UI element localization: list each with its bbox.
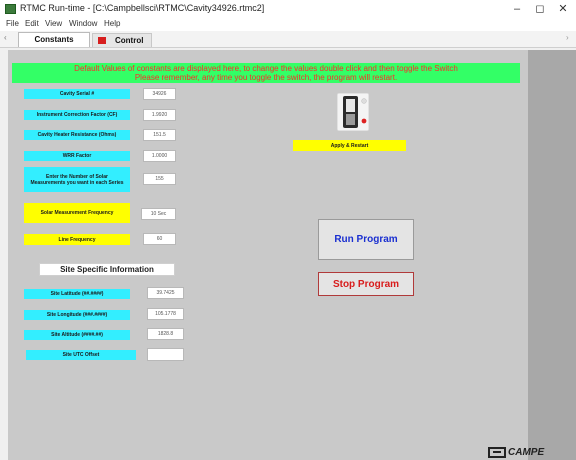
tab-control[interactable]: Control — [92, 33, 152, 47]
logo-text: CAMPE — [508, 447, 545, 458]
correction-factor-value[interactable]: 1.9920 — [143, 109, 176, 121]
cavity-serial-label: Cavity Serial # — [24, 89, 130, 99]
canvas-margin — [528, 50, 576, 460]
flag-icon — [98, 37, 106, 44]
measurement-frequency-value[interactable]: 10 Sec — [141, 208, 176, 220]
site-section-header: Site Specific Information — [39, 263, 175, 276]
instruction-banner: Default Values of constants are displaye… — [12, 63, 520, 83]
tab-scroll-left-icon[interactable]: ‹ — [4, 33, 7, 42]
menu-help[interactable]: Help — [104, 19, 120, 28]
wrr-factor-value[interactable]: 1.0000 — [143, 150, 176, 162]
maximize-button[interactable]: ◻ — [531, 2, 549, 16]
window-title: RTMC Run-time - [C:\Campbellsci\RTMC\Cav… — [20, 3, 265, 13]
menu-edit[interactable]: Edit — [25, 19, 39, 28]
site-longitude-label: Site Longitude (###.####) — [24, 310, 130, 320]
banner-line-1: Default Values of constants are displaye… — [74, 64, 458, 73]
logo-mark-icon — [488, 447, 506, 458]
measurement-frequency-label: Solar Measurement Frequency — [24, 203, 130, 223]
menu-window[interactable]: Window — [69, 19, 97, 28]
wrr-factor-label: WRR Factor — [24, 151, 130, 161]
tab-constants[interactable]: Constants — [18, 32, 90, 47]
site-latitude-label: Site Latitude (##.####) — [24, 289, 130, 299]
site-altitude-value[interactable]: 1828.8 — [147, 328, 184, 340]
correction-factor-label: Instrument Correction Factor (CF) — [24, 110, 130, 120]
minimize-button[interactable]: – — [508, 2, 526, 16]
tab-scroll-right-icon[interactable]: › — [566, 33, 569, 42]
toggle-switch-icon[interactable] — [336, 92, 370, 132]
site-longitude-value[interactable]: 105.1778 — [147, 308, 184, 320]
app-icon — [5, 4, 16, 14]
tab-control-label: Control — [115, 36, 144, 45]
num-measurements-value[interactable]: 155 — [143, 173, 176, 185]
close-button[interactable]: ✕ — [554, 2, 572, 16]
line-frequency-value[interactable]: 60 — [143, 233, 176, 245]
site-utc-offset-value[interactable] — [147, 348, 184, 361]
apply-restart-label: Apply & Restart — [293, 140, 406, 151]
site-altitude-label: Site Altitude (####.##) — [24, 330, 130, 340]
menu-file[interactable]: File — [6, 19, 19, 28]
stop-program-button[interactable]: Stop Program — [318, 272, 414, 296]
heater-resistance-label: Cavity Heater Resistance (Ohms) — [24, 130, 130, 140]
site-latitude-value[interactable]: 39.7425 — [147, 287, 184, 299]
line-frequency-label: Line Frequency — [24, 234, 130, 245]
cavity-serial-value[interactable]: 34926 — [143, 88, 176, 100]
num-measurements-label: Enter the Number of Solar Measurements y… — [24, 167, 130, 192]
run-program-button[interactable]: Run Program — [318, 219, 414, 260]
campbell-logo: CAMPE — [488, 445, 544, 460]
banner-line-2: Please remember, any time you toggle the… — [134, 73, 398, 82]
heater-resistance-value[interactable]: 151.5 — [143, 129, 176, 141]
site-utc-offset-label: Site UTC Offset — [26, 350, 136, 360]
menu-view[interactable]: View — [45, 19, 62, 28]
